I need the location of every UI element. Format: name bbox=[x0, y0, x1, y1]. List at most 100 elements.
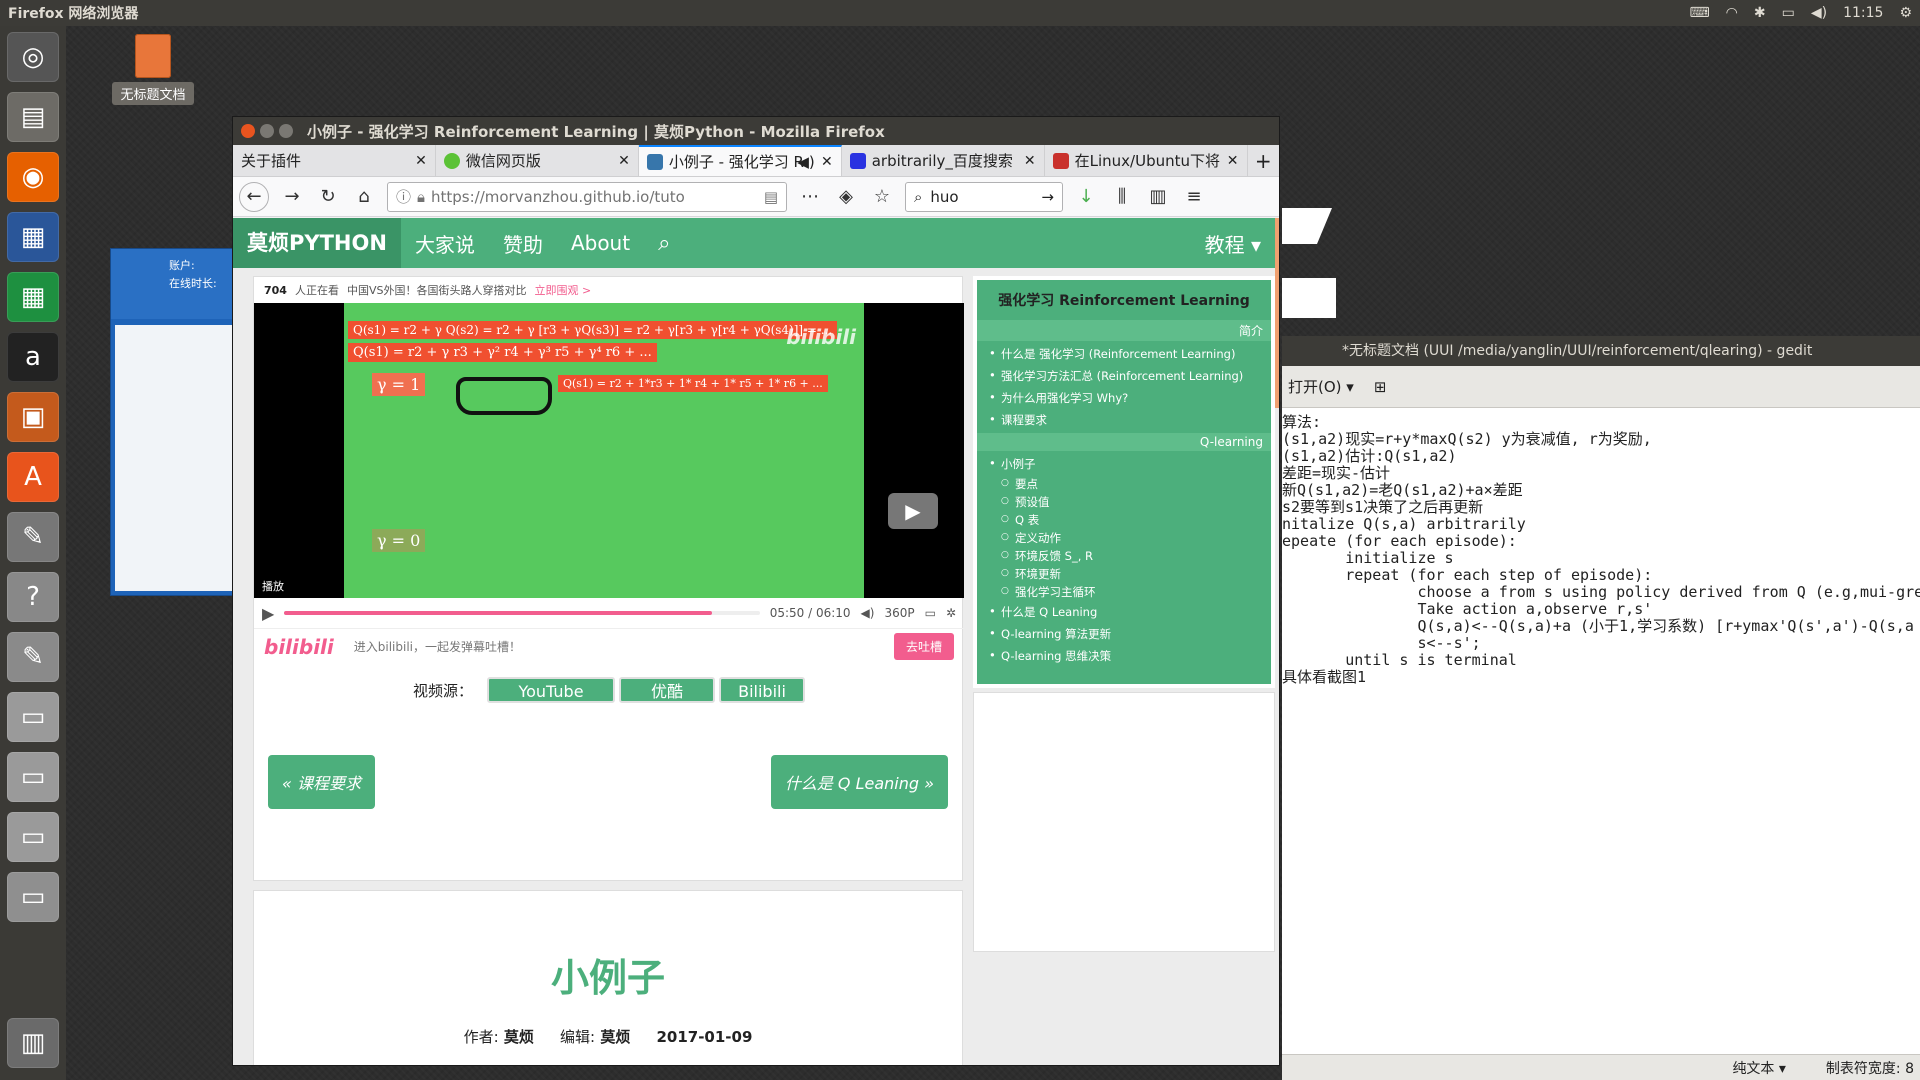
library-icon[interactable]: ⫼ bbox=[1109, 186, 1135, 207]
sidebar-sublink[interactable]: 环境反馈 S_, R bbox=[989, 547, 1271, 565]
forward-icon[interactable]: → bbox=[279, 186, 305, 207]
drive-icon[interactable]: ▭ bbox=[7, 692, 59, 742]
keyboard-icon[interactable]: ⌨ bbox=[1689, 5, 1709, 21]
wifi-icon[interactable]: ◠ bbox=[1726, 5, 1738, 21]
drive-icon[interactable]: ▭ bbox=[7, 752, 59, 802]
sidebar-link[interactable]: 为什么用强化学习 Why? bbox=[989, 387, 1271, 409]
reload-icon[interactable]: ↻ bbox=[315, 186, 341, 207]
tab-csdn[interactable]: 在Linux/Ubuntu下将 ✕ bbox=[1045, 145, 1248, 176]
tab-baidu[interactable]: arbitrarily_百度搜索 ✕ bbox=[842, 145, 1045, 176]
language-selector[interactable]: 纯文本 ▾ bbox=[1732, 1058, 1785, 1078]
site-search-icon[interactable]: ⌕ bbox=[644, 231, 684, 256]
sidebar-link[interactable]: Q-learning 算法更新 bbox=[989, 623, 1271, 645]
sidebar-sublink[interactable]: 环境更新 bbox=[989, 565, 1271, 583]
amazon-icon[interactable]: a bbox=[7, 332, 59, 382]
source-youtube-button[interactable]: YouTube bbox=[487, 677, 615, 703]
close-tab-icon[interactable]: ✕ bbox=[618, 153, 630, 169]
sidebar-sublink[interactable]: 定义动作 bbox=[989, 529, 1271, 547]
search-go-icon[interactable]: → bbox=[1041, 188, 1054, 206]
download-icon[interactable]: ↓ bbox=[1073, 186, 1099, 207]
trash-icon[interactable]: ▥ bbox=[7, 1018, 59, 1068]
firefox-icon[interactable]: ◉ bbox=[7, 152, 59, 202]
danmaku-toggle-icon[interactable]: ▭ bbox=[925, 606, 936, 620]
sidebar-icon[interactable]: ▥ bbox=[1145, 186, 1171, 207]
sidebar-link[interactable]: Q-learning 思维决策 bbox=[989, 645, 1271, 667]
progress-bar[interactable] bbox=[284, 611, 760, 615]
tab-wechat[interactable]: 微信网页版 ✕ bbox=[436, 145, 639, 176]
bookmark-star-icon[interactable]: ☆ bbox=[869, 186, 895, 207]
notice-link[interactable]: 立即围观 > bbox=[534, 282, 591, 298]
calc-icon[interactable]: ▦ bbox=[7, 272, 59, 322]
danmaku-send-button[interactable]: 去吐槽 bbox=[893, 633, 954, 660]
close-window-button[interactable] bbox=[241, 124, 255, 138]
impress-icon[interactable]: ▣ bbox=[7, 392, 59, 442]
minimize-window-button[interactable] bbox=[260, 124, 274, 138]
text-editor-icon[interactable]: ✎ bbox=[7, 632, 59, 682]
source-bilibili-button[interactable]: Bilibili bbox=[719, 677, 805, 703]
page-actions-icon[interactable]: ⋯ bbox=[797, 186, 823, 207]
drive-icon[interactable]: ▭ bbox=[7, 812, 59, 862]
software-center-icon[interactable]: A bbox=[7, 452, 59, 502]
play-icon[interactable]: ▶ bbox=[262, 604, 274, 623]
new-document-icon[interactable]: ⊞ bbox=[1374, 378, 1387, 396]
menu-icon[interactable]: ≡ bbox=[1181, 186, 1207, 207]
quality-selector[interactable]: 360P bbox=[884, 606, 914, 620]
info-icon[interactable]: ⓘ bbox=[396, 186, 411, 207]
tab-plugins[interactable]: 关于插件 ✕ bbox=[233, 145, 436, 176]
new-tab-button[interactable]: + bbox=[1248, 145, 1279, 176]
home-icon[interactable]: ⌂ bbox=[351, 186, 377, 207]
page-scrollbar[interactable] bbox=[1275, 218, 1279, 408]
battery-icon[interactable]: ▭ bbox=[1782, 5, 1795, 21]
sidebar-link[interactable]: 什么是 Q Leaning bbox=[989, 601, 1271, 623]
volume-icon[interactable]: ◀) bbox=[1811, 5, 1827, 21]
nav-comments[interactable]: 大家说 bbox=[401, 229, 489, 258]
source-youku-button[interactable]: 优酷 bbox=[619, 677, 715, 703]
clock[interactable]: 11:15 bbox=[1843, 5, 1883, 21]
pocket-icon[interactable]: ◈ bbox=[833, 186, 859, 207]
search-box[interactable]: ⌕ huo → bbox=[905, 181, 1063, 212]
close-tab-icon[interactable]: ✕ bbox=[821, 154, 833, 170]
settings-icon[interactable]: ✲ bbox=[946, 606, 956, 620]
sidebar-link[interactable]: 什么是 强化学习 (Reinforcement Learning) bbox=[989, 343, 1271, 365]
site-brand[interactable]: 莫烦PYTHON bbox=[233, 218, 401, 268]
video-player[interactable]: Q(s1) = r2 + γ Q(s2) = r2 + γ [r3 + γQ(s… bbox=[254, 303, 964, 598]
audio-playing-icon[interactable]: ◀) bbox=[797, 153, 814, 171]
help-icon[interactable]: ? bbox=[7, 572, 59, 622]
volume-icon[interactable]: ◀) bbox=[861, 606, 875, 620]
url-bar[interactable]: ⓘ 🔒︎ https://morvanzhou.github.io/tuto ▤ bbox=[387, 181, 787, 212]
bluetooth-icon[interactable]: ✱ bbox=[1754, 5, 1766, 21]
close-tab-icon[interactable]: ✕ bbox=[415, 153, 427, 169]
close-tab-icon[interactable]: ✕ bbox=[1227, 153, 1239, 169]
sidebar-sublink[interactable]: 强化学习主循环 bbox=[989, 583, 1271, 601]
nav-sponsor[interactable]: 赞助 bbox=[489, 229, 557, 258]
tutorials-dropdown[interactable]: 教程 ▾ bbox=[1191, 229, 1279, 258]
sidebar-sublink[interactable]: 预设值 bbox=[989, 493, 1271, 511]
danmaku-placeholder[interactable]: 进入bilibili，一起发弹幕吐槽！ bbox=[354, 638, 521, 655]
sidebar-link[interactable]: 课程要求 bbox=[989, 409, 1271, 431]
sidebar-sublink[interactable]: Q 表 bbox=[989, 511, 1271, 529]
open-button[interactable]: 打开(O) ▾ bbox=[1288, 376, 1354, 397]
system-settings-icon[interactable]: ✎ bbox=[7, 512, 59, 562]
equation-2: Q(s1) = r2 + γ r3 + γ² r4 + γ³ r5 + γ⁴ r… bbox=[348, 343, 657, 362]
nav-about[interactable]: About bbox=[557, 231, 644, 255]
writer-icon[interactable]: ▦ bbox=[7, 212, 59, 262]
settings-gear-icon[interactable]: ⚙ bbox=[1899, 5, 1912, 21]
sidebar-link-current[interactable]: 小例子 bbox=[989, 453, 1271, 475]
prev-lesson-button[interactable]: « 课程要求 bbox=[268, 755, 375, 809]
back-icon[interactable]: ← bbox=[239, 181, 269, 212]
sidebar-link[interactable]: 强化学习方法汇总 (Reinforcement Learning) bbox=[989, 365, 1271, 387]
usb-drive-icon[interactable]: ▭ bbox=[7, 872, 59, 922]
close-tab-icon[interactable]: ✕ bbox=[1024, 153, 1036, 169]
dash-home-icon[interactable]: ◎ bbox=[7, 32, 59, 82]
files-icon[interactable]: ▤ bbox=[7, 92, 59, 142]
sidebar-sublink[interactable]: 要点 bbox=[989, 475, 1271, 493]
next-lesson-button[interactable]: 什么是 Q Leaning » bbox=[770, 755, 948, 809]
reader-view-icon[interactable]: ▤ bbox=[764, 188, 778, 206]
desktop-file[interactable]: 无标题文档 bbox=[112, 34, 194, 105]
tab-current[interactable]: 小例子 - 强化学习 R ◀) ✕ bbox=[638, 145, 842, 176]
maximize-window-button[interactable] bbox=[279, 124, 293, 138]
tv-play-icon[interactable]: ▶ bbox=[888, 493, 938, 529]
im-window[interactable]: 账户: 在线时长: bbox=[110, 248, 234, 596]
gedit-text-area[interactable]: 算法: (s1,a2)现实=r+y*maxQ(s2) y为衰减值, r为奖励, (s… bbox=[1282, 414, 1920, 686]
tab-width-selector[interactable]: 制表符宽度: 8 bbox=[1826, 1058, 1914, 1078]
